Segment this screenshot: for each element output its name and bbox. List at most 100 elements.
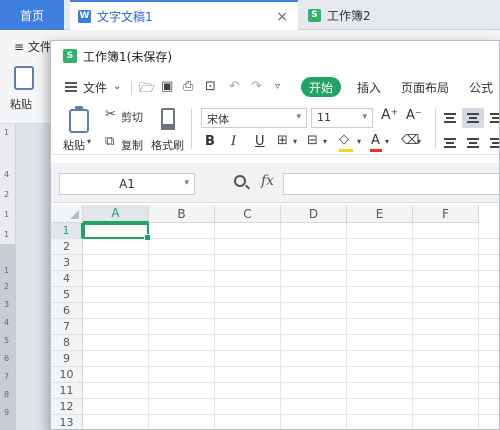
cell-style-icon[interactable]: ⊟ xyxy=(307,133,318,148)
tab-insert[interactable]: 插入 xyxy=(357,79,381,96)
selected-cell-a1[interactable] xyxy=(83,223,151,241)
font-color-icon[interactable]: A xyxy=(371,133,380,148)
row-header[interactable]: 1 xyxy=(51,223,83,239)
chevron-down-icon[interactable]: ▾ xyxy=(293,137,297,146)
ruler-mark: 8 xyxy=(4,390,10,399)
tab-document[interactable]: W 文字文稿1 × xyxy=(70,0,298,30)
align-bottom-icon[interactable] xyxy=(490,113,499,123)
fill-color-icon[interactable]: ◇ xyxy=(339,132,349,147)
tab-workbook[interactable]: S 工作簿2 xyxy=(300,0,500,30)
separator xyxy=(131,81,132,95)
formula-input[interactable] xyxy=(283,173,499,195)
align-middle-icon[interactable] xyxy=(467,113,479,123)
ruler-mark: 3 xyxy=(4,300,10,309)
spreadsheet-window: S 工作簿1(未保存) 文件 ⌄ 🗁 ▣ ⎙ ⊡ ↶ ↷ ▿ 开始 插入 页面布… xyxy=(50,40,500,430)
writer-doc-icon: W xyxy=(78,9,91,23)
redo-icon[interactable]: ↷ xyxy=(251,79,262,94)
format-painter-icon[interactable] xyxy=(161,108,175,130)
bold-button[interactable]: B xyxy=(205,134,215,149)
paste-dropdown-icon[interactable]: ▾ xyxy=(87,137,91,146)
increase-font-size-button[interactable]: A⁺ xyxy=(381,107,398,123)
font-size-select[interactable]: 11 ▾ xyxy=(311,108,373,128)
print-icon[interactable]: ⎙ xyxy=(183,79,193,94)
tab-bar: 首页 W 文字文稿1 × S 工作簿2 xyxy=(0,0,500,30)
fill-color-indicator xyxy=(339,149,353,152)
print-preview-icon[interactable]: ⊡ xyxy=(205,79,216,94)
paste-icon[interactable] xyxy=(69,106,89,133)
chevron-down-icon[interactable]: ⌄ xyxy=(113,81,121,92)
decrease-font-size-button[interactable]: A⁻ xyxy=(406,108,422,123)
grid-row-line xyxy=(83,350,499,351)
row-header[interactable]: 11 xyxy=(51,383,83,399)
row-header[interactable]: 7 xyxy=(51,319,83,335)
row-header[interactable]: 5 xyxy=(51,287,83,303)
underline-button[interactable]: U xyxy=(255,134,265,149)
row-header[interactable]: 12 xyxy=(51,399,83,415)
row-header[interactable]: 4 xyxy=(51,271,83,287)
fx-icon[interactable]: fx xyxy=(261,173,274,189)
background-paste-icon[interactable] xyxy=(14,66,34,90)
vertical-ruler: 1 4 2 1 1 1 2 3 4 5 6 7 8 9 xyxy=(0,124,16,430)
save-icon[interactable]: ▣ xyxy=(161,79,173,94)
align-top-icon[interactable] xyxy=(444,113,456,123)
ruler-mark: 1 xyxy=(4,266,10,275)
align-center-icon[interactable] xyxy=(467,138,479,148)
align-left-icon[interactable] xyxy=(444,138,456,148)
chevron-down-icon[interactable]: ▾ xyxy=(385,137,389,146)
row-header[interactable]: 9 xyxy=(51,351,83,367)
cut-button[interactable]: 剪切 xyxy=(121,109,143,125)
row-header[interactable]: 6 xyxy=(51,303,83,319)
ribbon-toolbar: 粘贴 ▾ ✂ 剪切 ⧉ 复制 格式刷 宋体 ▾ 11 ▾ A⁺ A⁻ B I U… xyxy=(51,101,499,155)
border-icon[interactable]: ⊞ xyxy=(277,133,288,148)
separator xyxy=(435,109,436,149)
tab-formula[interactable]: 公式 xyxy=(469,79,493,96)
window-title-bar[interactable]: S 工作簿1(未保存) xyxy=(51,41,499,71)
row-header[interactable]: 10 xyxy=(51,367,83,383)
chevron-down-icon[interactable]: ▾ xyxy=(357,137,361,146)
align-right-icon[interactable] xyxy=(490,138,499,148)
column-header[interactable]: B xyxy=(149,205,215,223)
scissors-icon[interactable]: ✂ xyxy=(105,107,116,122)
grid-row-line xyxy=(83,318,499,319)
customize-dropdown-icon[interactable]: ▿ xyxy=(275,81,280,92)
background-file-menu[interactable]: ≡ 文件 xyxy=(14,38,52,55)
font-name-select[interactable]: 宋体 ▾ xyxy=(201,108,307,128)
grid-row-line xyxy=(83,366,499,367)
ruler-mark: 6 xyxy=(4,354,10,363)
paste-button[interactable]: 粘贴 xyxy=(63,137,85,153)
format-painter-button[interactable]: 格式刷 xyxy=(151,137,184,153)
row-header[interactable]: 13 xyxy=(51,415,83,429)
cell-grid[interactable]: A B C D E F 1 2 3 4 5 6 7 8 9 10 11 12 13 xyxy=(51,205,499,429)
select-all-corner[interactable] xyxy=(51,205,83,223)
ruler-mark: 1 xyxy=(4,210,10,219)
copy-icon[interactable]: ⧉ xyxy=(105,134,114,149)
search-icon[interactable] xyxy=(234,175,246,187)
copy-button[interactable]: 复制 xyxy=(121,137,143,153)
font-size-value: 11 xyxy=(317,111,331,124)
row-header[interactable]: 2 xyxy=(51,239,83,255)
chevron-down-icon[interactable]: ▾ xyxy=(323,137,327,146)
ruler-mark: 4 xyxy=(4,170,10,179)
home-tab[interactable]: 首页 xyxy=(0,0,64,30)
font-color-indicator xyxy=(370,149,382,152)
row-header[interactable]: 3 xyxy=(51,255,83,271)
row-header[interactable]: 8 xyxy=(51,335,83,351)
tab-page-layout[interactable]: 页面布局 xyxy=(401,79,449,96)
tab-start[interactable]: 开始 xyxy=(301,77,341,97)
column-header[interactable]: E xyxy=(347,205,413,223)
name-box[interactable]: A1 ▾ xyxy=(59,173,195,195)
column-header[interactable]: F xyxy=(413,205,479,223)
hamburger-icon[interactable] xyxy=(65,82,77,92)
chevron-down-icon[interactable]: ▾ xyxy=(417,137,421,146)
column-header[interactable]: D xyxy=(281,205,347,223)
close-tab-icon[interactable]: × xyxy=(276,9,288,25)
tab-document-label: 文字文稿1 xyxy=(97,9,153,24)
file-menu[interactable]: 文件 xyxy=(83,79,107,96)
ruler-mark: 2 xyxy=(4,190,10,199)
grid-row-line xyxy=(83,270,499,271)
column-header[interactable]: A xyxy=(83,205,149,223)
open-folder-icon[interactable]: 🗁 xyxy=(139,79,155,101)
italic-button[interactable]: I xyxy=(231,134,236,149)
column-header[interactable]: C xyxy=(215,205,281,223)
undo-icon[interactable]: ↶ xyxy=(229,79,240,94)
